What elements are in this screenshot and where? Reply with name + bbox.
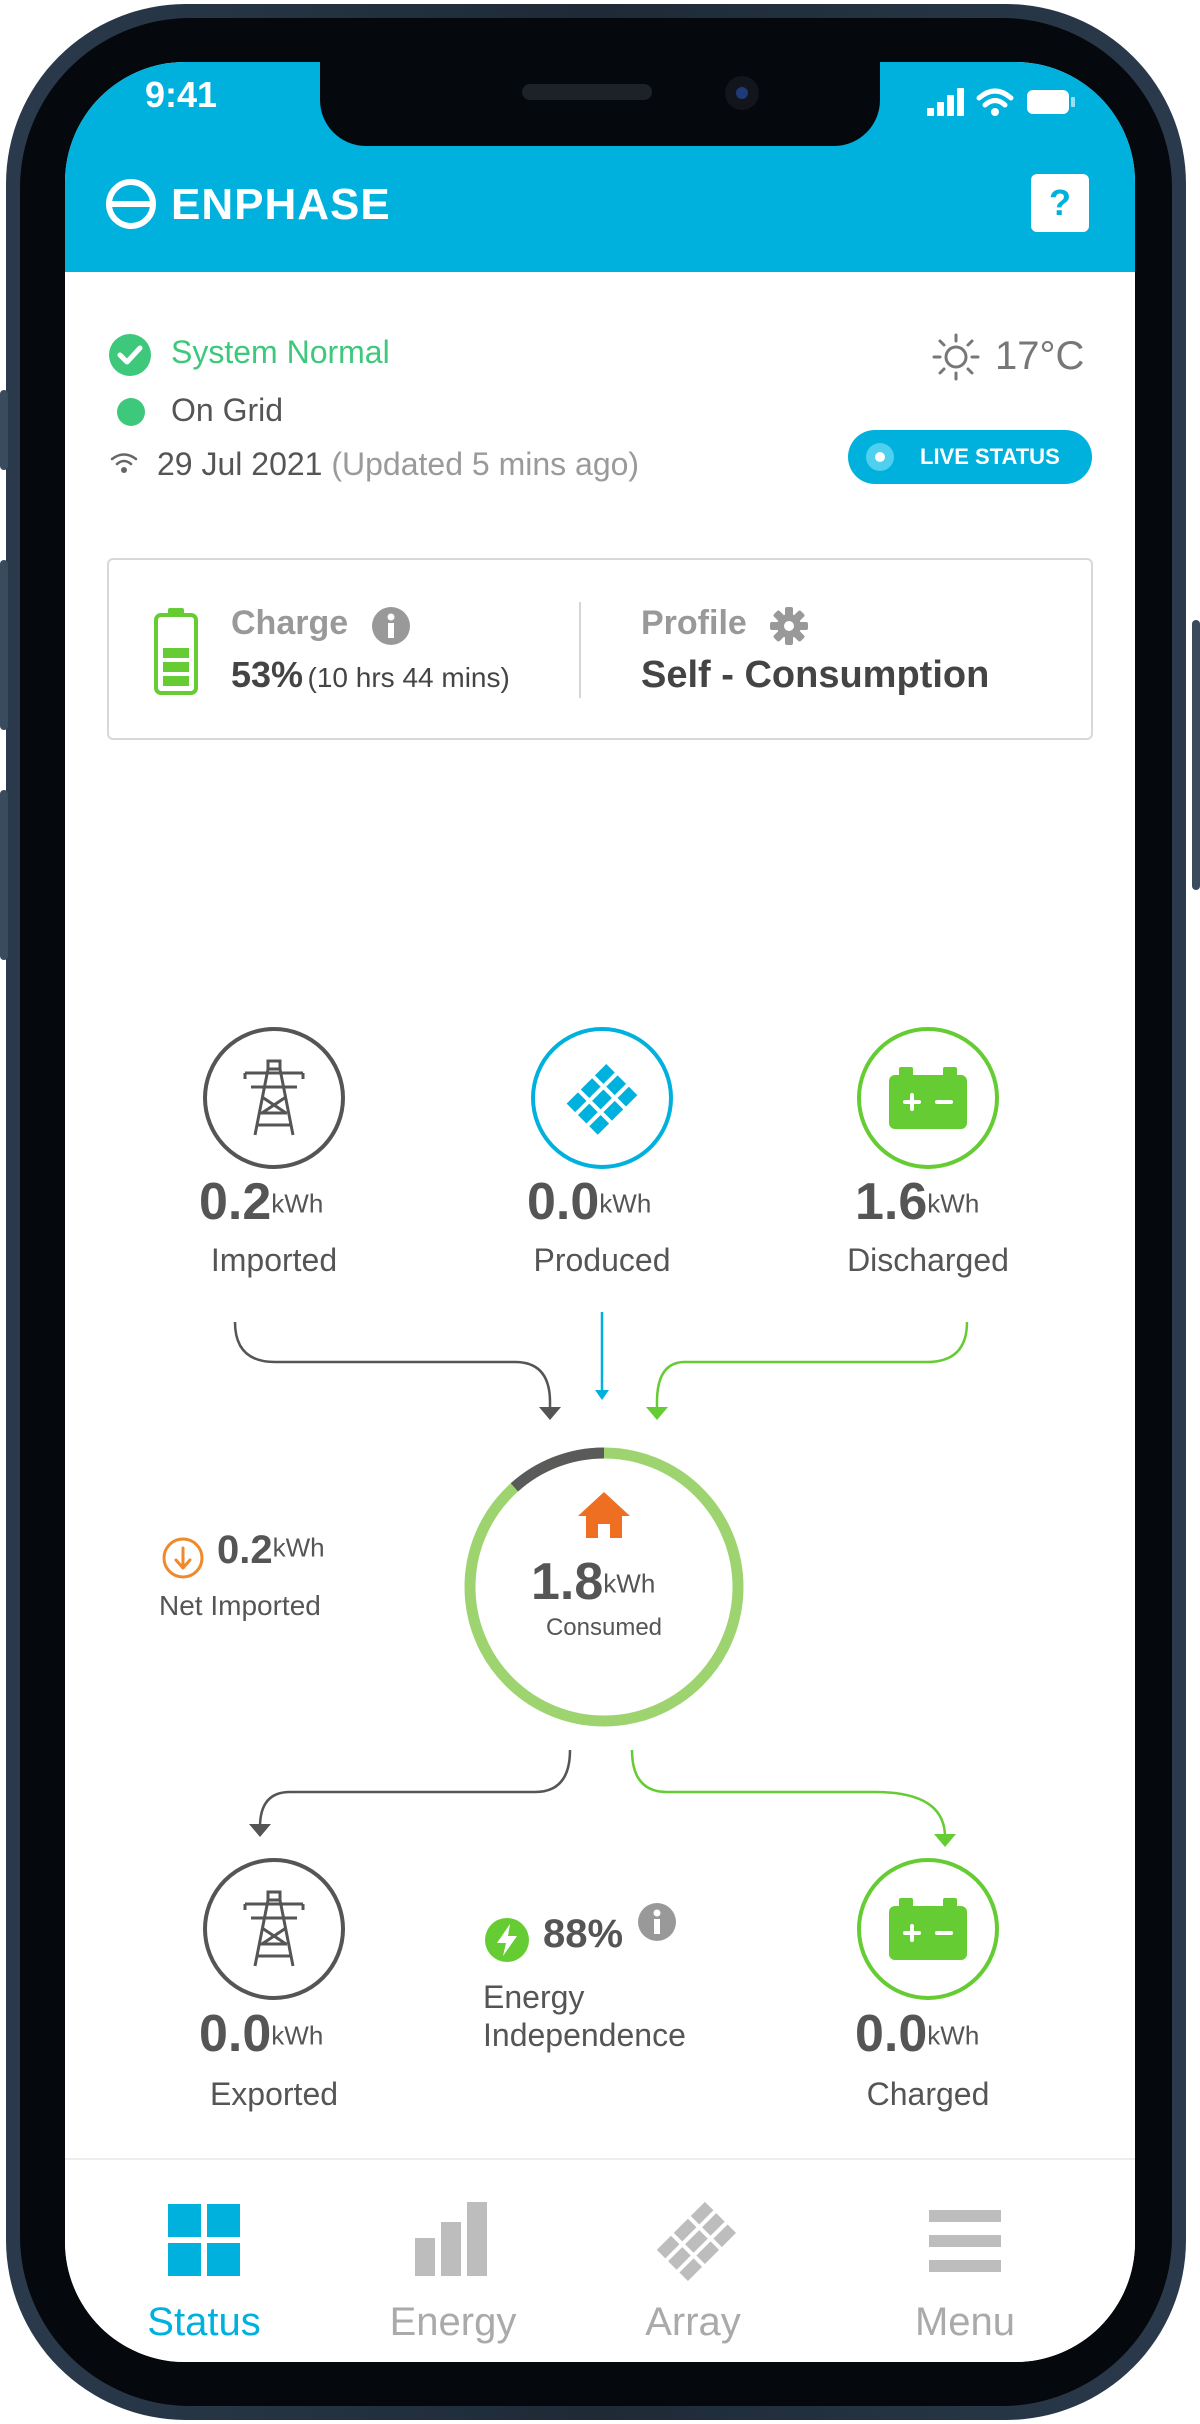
grid-import-node[interactable] — [203, 1027, 345, 1169]
exported-label: Exported — [209, 2076, 339, 2112]
produced-unit: kWh — [599, 1188, 652, 1219]
grid-icon — [168, 2204, 240, 2276]
charged-value: 0.0 — [855, 2005, 928, 2063]
volume-down-button — [0, 790, 8, 960]
consumed-label: Consumed — [545, 1614, 663, 1641]
imported-label: Imported — [210, 1242, 338, 1278]
grid-export-node[interactable] — [203, 1858, 345, 2000]
tab-energy-label: Energy — [389, 2300, 517, 2344]
charged-value-row: 0.0kWh — [855, 2004, 979, 2064]
lightning-circle-icon — [485, 1918, 529, 1962]
mute-switch — [0, 390, 8, 470]
tab-menu-label: Menu — [914, 2300, 1016, 2344]
discharged-label: Discharged — [847, 1242, 1009, 1278]
discharged-value-row: 1.6kWh — [855, 1172, 979, 1232]
imported-value-row: 0.2kWh — [199, 1172, 323, 1232]
power-button — [1192, 620, 1200, 890]
net-imported-value: 0.2 — [217, 1528, 273, 1572]
independence-label-line2: Independence — [483, 2017, 686, 2053]
net-imported-value-row: 0.2kWh — [217, 1528, 325, 1573]
volume-up-button — [0, 560, 8, 730]
discharged-unit: kWh — [927, 1188, 980, 1219]
consumed-unit: kWh — [603, 1568, 656, 1599]
discharged-value: 1.6 — [855, 1173, 928, 1231]
tab-menu[interactable]: Menu — [865, 2160, 1065, 2360]
independence-value: 88% — [543, 1912, 624, 1956]
app-screen: 9:41 ENPHASE ? System Normal On Grid 29 … — [65, 62, 1135, 2362]
tab-array[interactable]: Array — [593, 2160, 793, 2360]
exported-value-row: 0.0kWh — [199, 2004, 323, 2064]
tab-status-label: Status — [147, 2300, 261, 2344]
produced-value: 0.0 — [527, 1173, 600, 1231]
battery-charge-node[interactable] — [857, 1858, 999, 2000]
imported-unit: kWh — [271, 1188, 324, 1219]
battery-discharge-node[interactable] — [857, 1027, 999, 1169]
net-imported-unit: kWh — [272, 1532, 325, 1563]
independence-label: Energy Independence — [483, 1978, 686, 2054]
net-imported-label: Net Imported — [159, 1590, 321, 1621]
home-icon — [578, 1492, 630, 1538]
charged-unit: kWh — [927, 2020, 980, 2051]
imported-value: 0.2 — [199, 1173, 272, 1231]
hamburger-menu-icon — [929, 2210, 1001, 2272]
solar-panel-icon — [566, 1064, 638, 1135]
independence-info-icon[interactable] — [637, 1902, 677, 1942]
bar-chart-icon — [415, 2202, 487, 2276]
battery-icon — [889, 1898, 967, 1960]
transmission-tower-icon — [243, 1059, 305, 1136]
consumed-value-row: 1.8kWh — [531, 1552, 655, 1612]
solar-array-icon — [656, 2201, 737, 2282]
exported-value: 0.0 — [199, 2005, 272, 2063]
transmission-tower-icon — [243, 1890, 305, 1967]
tab-status[interactable]: Status — [112, 2160, 312, 2360]
arrow-down-circle-icon — [162, 1537, 204, 1579]
tab-energy[interactable]: Energy — [353, 2160, 553, 2360]
independence-label-line1: Energy — [483, 1979, 585, 2015]
solar-production-node[interactable] — [531, 1027, 673, 1169]
produced-label: Produced — [533, 1242, 671, 1278]
tab-array-label: Array — [645, 2300, 741, 2344]
bottom-tab-bar: Status Energy Array Menu — [65, 2158, 1135, 2362]
produced-value-row: 0.0kWh — [527, 1172, 651, 1232]
charged-label: Charged — [866, 2076, 990, 2112]
battery-icon — [889, 1067, 967, 1129]
consumed-value: 1.8 — [531, 1553, 604, 1611]
exported-unit: kWh — [271, 2020, 324, 2051]
